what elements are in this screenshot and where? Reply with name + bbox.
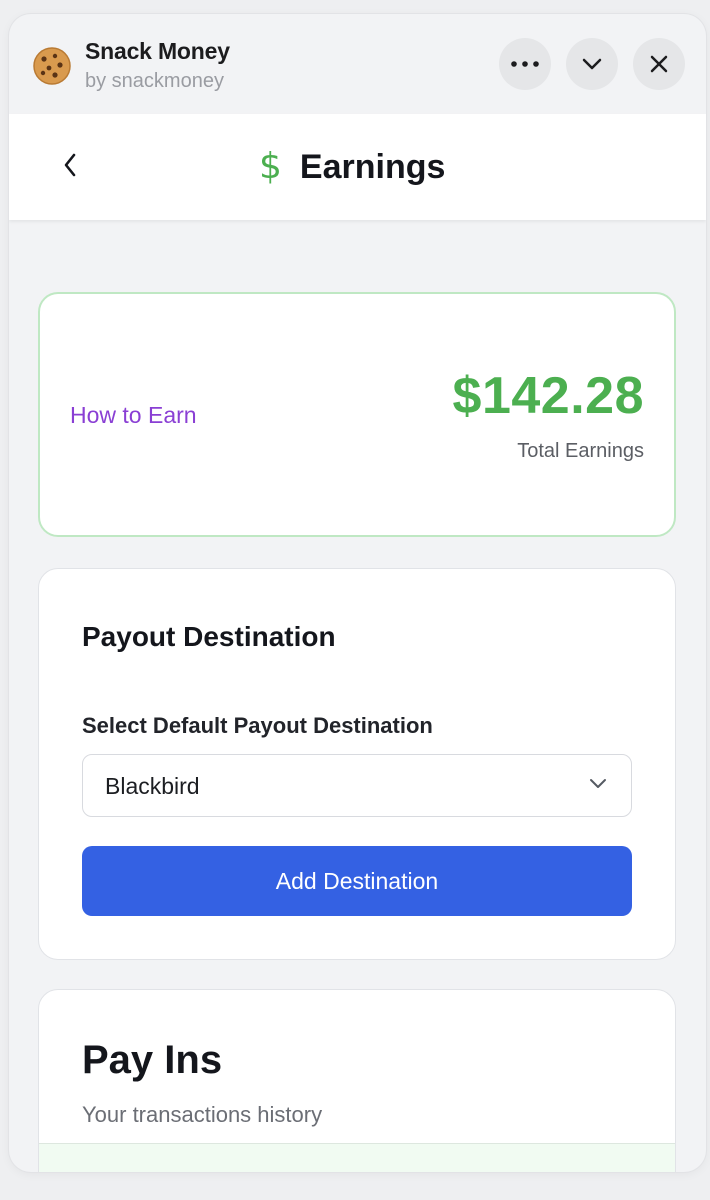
pay-ins-title: Pay Ins — [82, 1038, 223, 1082]
transaction-list-top — [39, 1143, 675, 1172]
app-window: Snack Money by snackmoney $ Earnings How… — [9, 14, 706, 1172]
payout-destination-select[interactable]: Blackbird — [82, 754, 632, 817]
title-bar: Snack Money by snackmoney — [9, 14, 706, 114]
payout-select-label: Select Default Payout Destination — [82, 713, 433, 738]
more-button[interactable] — [499, 38, 551, 90]
app-name: Snack Money — [85, 38, 230, 64]
selected-destination: Blackbird — [105, 773, 200, 799]
cookie-icon — [33, 47, 71, 85]
more-icon — [510, 60, 540, 68]
payout-title: Payout Destination — [82, 621, 336, 652]
close-button[interactable] — [633, 38, 685, 90]
chevron-down-icon — [589, 777, 607, 795]
total-earnings-label: Total Earnings — [517, 440, 644, 462]
how-to-earn-link[interactable]: How to Earn — [70, 402, 197, 429]
dollar-icon: $ — [259, 146, 282, 187]
close-icon — [650, 55, 668, 73]
page-title-group: $ Earnings — [259, 144, 445, 190]
page-header: $ Earnings — [9, 114, 706, 220]
total-earnings-amount: $142.28 — [452, 367, 644, 425]
add-destination-button[interactable]: Add Destination — [82, 846, 632, 916]
app-publisher: by snackmoney — [85, 70, 224, 92]
collapse-button[interactable] — [566, 38, 618, 90]
chevron-left-icon — [63, 153, 77, 182]
page-title: Earnings — [299, 147, 446, 186]
back-button[interactable] — [55, 150, 85, 184]
earnings-card: How to Earn $142.28 Total Earnings — [38, 292, 676, 537]
pay-ins-card: Pay Ins Your transactions history — [38, 989, 676, 1172]
pay-ins-subtitle: Your transactions history — [82, 1102, 323, 1127]
payout-destination-card: Payout Destination Select Default Payout… — [38, 568, 676, 960]
chevron-down-icon — [582, 58, 602, 70]
